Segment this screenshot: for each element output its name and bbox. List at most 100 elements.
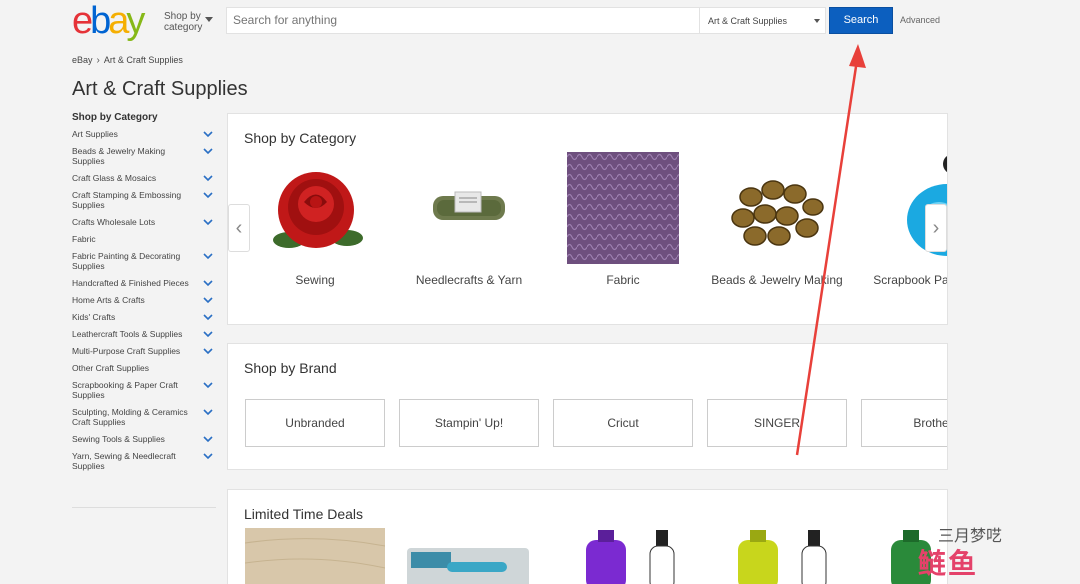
sidebar-item-label: Fabric — [72, 234, 96, 244]
deal-item-image[interactable] — [244, 528, 386, 584]
category-tile-needlecrafts[interactable]: Needlecrafts & Yarn — [394, 152, 544, 289]
breadcrumb-home-link[interactable]: eBay — [72, 55, 93, 65]
sidebar-item-label: Craft Glass & Mosaics — [72, 173, 157, 183]
carousel-next-button[interactable]: › — [925, 204, 947, 252]
shop-by-line2: category — [164, 22, 203, 33]
sidebar-item-label: Handcrafted & Finished Pieces — [72, 278, 189, 288]
sidebar-item-label: Yarn, Sewing & Needlecraft Supplies — [72, 451, 176, 471]
limited-time-deals-section: Limited Time Deals — [227, 489, 948, 584]
sidebar-category-item[interactable]: Multi-Purpose Craft Supplies — [72, 346, 216, 356]
header: ebay Shop by category Art & Craft Suppli… — [0, 0, 1080, 44]
sidebar-item-label: Multi-Purpose Craft Supplies — [72, 346, 181, 356]
yarn-skein-icon — [413, 152, 525, 264]
sidebar-category-item[interactable]: Beads & Jewelry Making Supplies — [72, 146, 216, 166]
category-tile-sewing[interactable]: Sewing — [240, 152, 390, 289]
carousel-prev-button[interactable]: ‹ — [228, 204, 250, 252]
watermark-line2: 鲢鱼 — [918, 548, 979, 579]
divider — [72, 507, 216, 508]
sidebar-item-label: Leathercraft Tools & Supplies — [72, 329, 183, 339]
sidebar-item-label: Art Supplies — [72, 129, 118, 139]
sidebar-item-label: Craft Stamping & Embossing Supplies — [72, 190, 182, 210]
search-bar: Art & Craft Supplies — [226, 7, 826, 34]
sidebar-item-label: Sewing Tools & Supplies — [72, 434, 165, 444]
ebay-logo[interactable]: ebay — [72, 0, 145, 42]
chevron-down-icon[interactable] — [202, 217, 214, 227]
sidebar-category-item[interactable]: Fabric Painting & Decorating Supplies — [72, 251, 216, 271]
page-title: Art & Craft Supplies — [72, 78, 248, 100]
logo-letter-e: e — [72, 0, 93, 42]
brand-tile[interactable]: SINGER — [707, 399, 847, 447]
chevron-down-icon[interactable] — [202, 251, 214, 261]
sidebar-category-item[interactable]: Sewing Tools & Supplies — [72, 434, 216, 444]
section-title: Shop by Brand — [244, 360, 337, 376]
sidebar-category-item[interactable]: Kids' Crafts — [72, 312, 216, 322]
deal-item-image[interactable] — [578, 530, 688, 584]
chevron-down-icon[interactable] — [202, 329, 214, 339]
chevron-down-icon[interactable] — [202, 434, 214, 444]
sidebar-category-item[interactable]: Leathercraft Tools & Supplies — [72, 329, 216, 339]
chevron-left-icon: ‹ — [235, 217, 243, 239]
deal-item-image[interactable] — [730, 530, 840, 584]
sidebar-list: Art Supplies Beads & Jewelry Making Suppl… — [72, 129, 216, 471]
breadcrumb-current: Art & Craft Supplies — [103, 55, 183, 65]
chevron-down-icon[interactable] — [202, 173, 214, 183]
sidebar-item-label: Scrapbooking & Paper Craft Supplies — [72, 380, 178, 400]
chevron-down-icon[interactable] — [202, 146, 214, 156]
category-tile-beads[interactable]: Beads & Jewelry Making — [702, 152, 852, 289]
sidebar-category-item[interactable]: Scrapbooking & Paper Craft Supplies — [72, 380, 216, 400]
sidebar-item-label: Fabric Painting & Decorating Supplies — [72, 251, 181, 271]
sidebar-item-label: Sculpting, Molding & Ceramics Craft Supp… — [72, 407, 188, 427]
chevron-down-icon[interactable] — [202, 129, 214, 139]
category-label: Beads & Jewelry Making — [711, 273, 843, 287]
sidebar-category-item[interactable]: Crafts Wholesale Lots — [72, 217, 216, 227]
sidebar-category-item[interactable]: Home Arts & Crafts — [72, 295, 216, 305]
category-tile-fabric[interactable]: Fabric — [548, 152, 698, 289]
sidebar-category-item[interactable]: Craft Stamping & Embossing Supplies — [72, 190, 216, 210]
category-label: Sewing — [295, 273, 335, 287]
sidebar-category-item[interactable]: Other Craft Supplies — [72, 363, 216, 373]
category-label: Scrapbook Paper Cra — [873, 273, 948, 287]
logo-letter-a: a — [108, 0, 129, 42]
chevron-down-icon[interactable] — [202, 451, 214, 461]
category-label: Needlecrafts & Yarn — [415, 273, 523, 287]
brand-tile[interactable]: Brothe — [861, 399, 947, 447]
sidebar-item-label: Kids' Crafts — [72, 312, 116, 322]
chevron-down-icon[interactable] — [202, 312, 214, 322]
chevron-down-icon[interactable] — [202, 407, 214, 417]
sidebar-title: Shop by Category — [72, 112, 158, 123]
shop-by-category-section: Shop by Category Sewing Needlecrafts & Y… — [227, 113, 948, 325]
category-label: Fabric — [606, 273, 640, 287]
chevron-down-icon[interactable] — [202, 278, 214, 288]
caret-down-icon — [814, 19, 820, 23]
section-title: Limited Time Deals — [244, 506, 364, 522]
sidebar-category-item[interactable]: Fabric — [72, 234, 216, 244]
sidebar-category-item[interactable]: Handcrafted & Finished Pieces — [72, 278, 216, 288]
sidebar-item-label: Crafts Wholesale Lots — [72, 217, 156, 227]
shop-by-brand-section: Shop by Brand Unbranded Stampin' Up! Cri… — [227, 343, 948, 470]
beads-icon — [721, 152, 833, 264]
chevron-down-icon[interactable] — [202, 190, 214, 200]
sidebar-item-label: Home Arts & Crafts — [72, 295, 145, 305]
chevron-down-icon[interactable] — [202, 380, 214, 390]
search-button[interactable]: Search — [829, 7, 893, 34]
chevron-right-icon: › — [96, 55, 100, 66]
sidebar-item-label: Beads & Jewelry Making Supplies — [72, 146, 166, 166]
sidebar-category-item[interactable]: Art Supplies — [72, 129, 216, 139]
sidebar-item-label: Other Craft Supplies — [72, 363, 150, 373]
brand-tile[interactable]: Unbranded — [245, 399, 385, 447]
deal-item-image[interactable] — [407, 548, 529, 584]
chevron-right-icon: › — [932, 217, 940, 239]
logo-letter-b: b — [90, 0, 111, 42]
brand-tile[interactable]: Cricut — [553, 399, 693, 447]
search-category-select[interactable]: Art & Craft Supplies — [699, 8, 826, 33]
advanced-search-link[interactable]: Advanced — [900, 15, 940, 25]
brand-tile[interactable]: Stampin' Up! — [399, 399, 539, 447]
shop-by-category-button[interactable]: Shop by category — [164, 11, 202, 33]
chevron-down-icon[interactable] — [202, 346, 214, 356]
chevron-down-icon[interactable] — [202, 295, 214, 305]
sidebar-category-item[interactable]: Yarn, Sewing & Needlecraft Supplies — [72, 451, 216, 471]
sidebar-category-item[interactable]: Craft Glass & Mosaics — [72, 173, 216, 183]
logo-letter-y: y — [126, 0, 145, 42]
sidebar-category-item[interactable]: Sculpting, Molding & Ceramics Craft Supp… — [72, 407, 216, 427]
search-input[interactable] — [233, 13, 693, 27]
